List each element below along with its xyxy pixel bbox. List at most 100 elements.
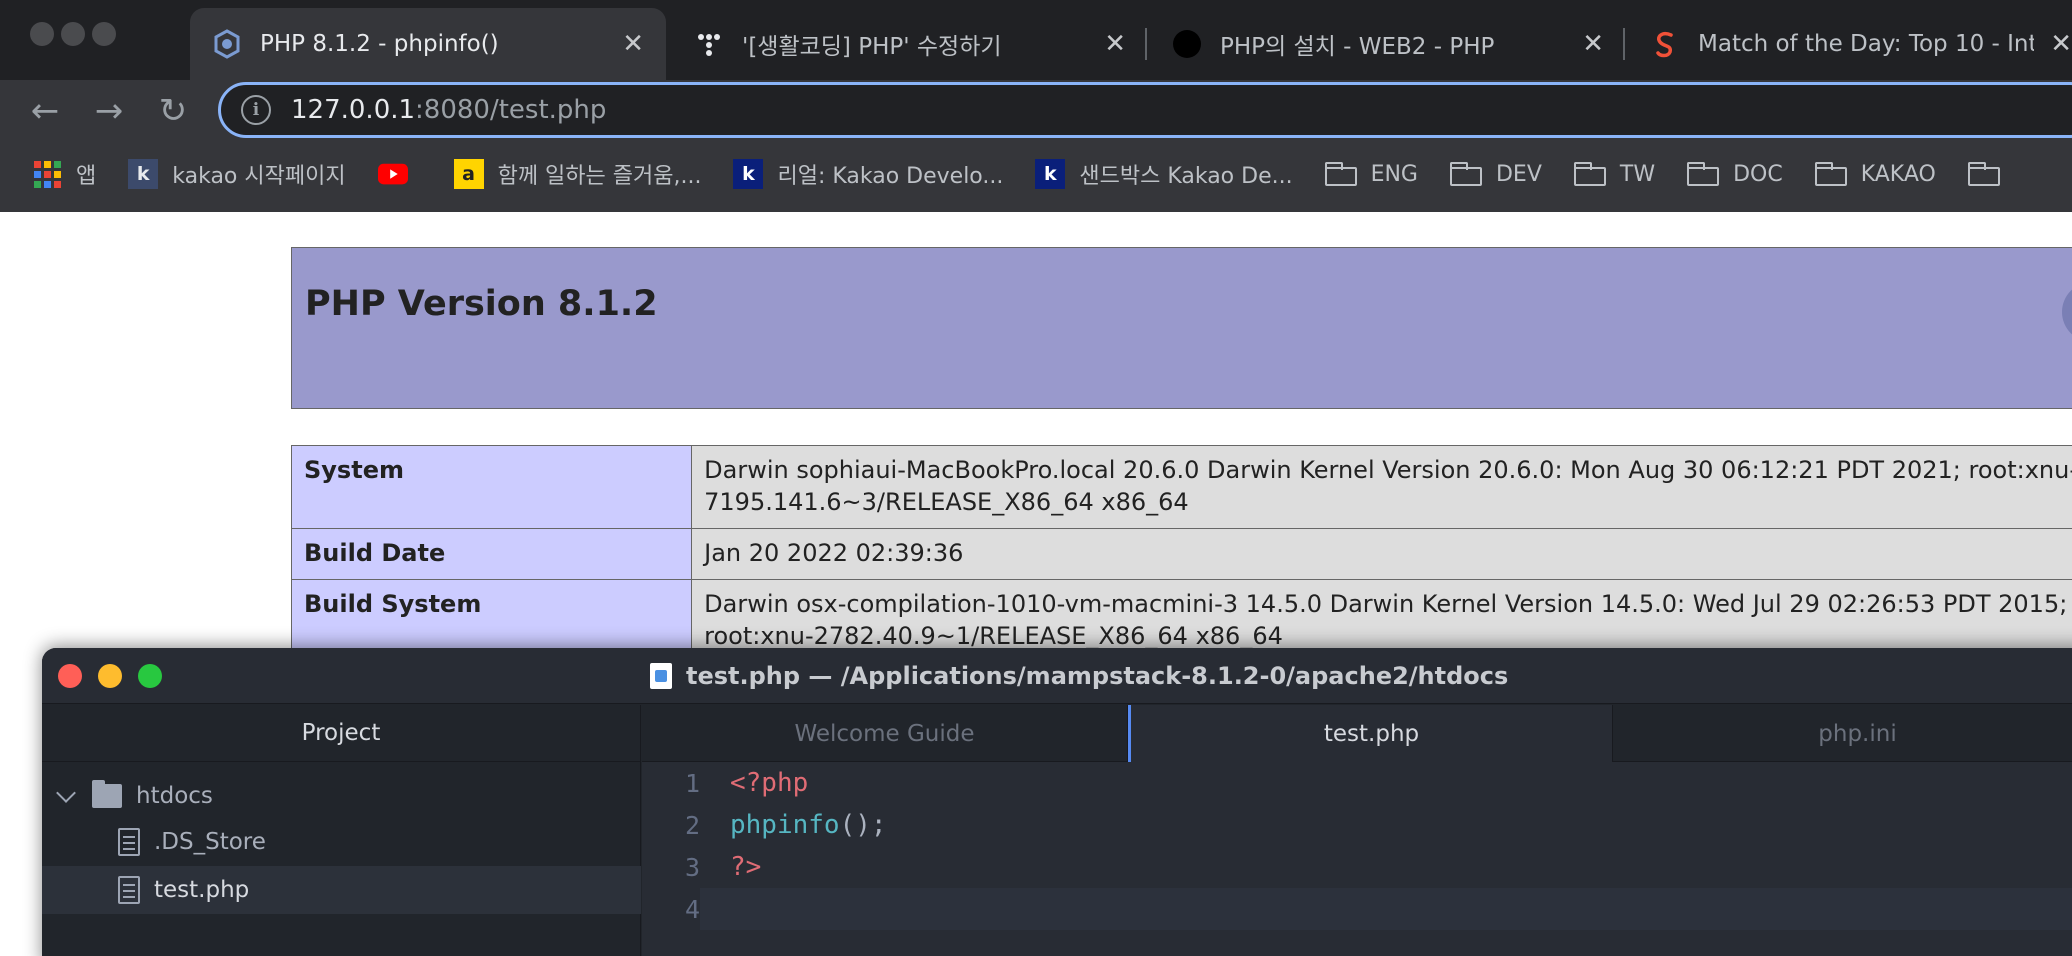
bookmark-label: kakao 시작페이지 [172,164,346,189]
bookmark-label: 리얼: Kakao Develo... [777,164,1004,189]
project-tree: Project htdocs .DS_Store test.php [42,705,641,956]
tab-strip: PHP 8.1.2 - phpinfo() ✕ '[생활코딩] PHP' 수정하… [0,0,2072,80]
info-value-line: 7195.141.6~3/RELEASE_X86_64 x86_64 [704,488,1189,516]
bookmark-youtube[interactable] [377,159,422,189]
page-title: PHP Version 8.1.2 [305,284,658,324]
bookmark-label: 앱 [76,164,97,189]
youtube-icon [377,159,408,189]
bookmark-folder-dev[interactable]: DEV [1449,161,1542,187]
address-bar[interactable]: i 127.0.0.1:8080/test.php [218,82,2072,138]
editor-minimize-button[interactable] [98,664,122,688]
tree-file-test-php[interactable]: test.php [42,866,641,914]
bookmark-folder-tw[interactable]: TW [1573,161,1656,187]
window-close-button[interactable] [30,22,54,46]
folder-icon [1687,162,1720,186]
table-row: Build Date Jan 20 2022 02:39:36 [290,528,2072,580]
info-key: System [290,445,693,529]
code-punctuation: (); [839,810,887,840]
tree-folder-htdocs[interactable]: htdocs [42,772,641,820]
window-minimize-button[interactable] [61,22,85,46]
php-file-icon [650,663,672,689]
code-line[interactable]: 4 [642,888,700,930]
bookmark-label: 샌드박스 Kakao De... [1079,164,1293,189]
line-number: 1 [684,768,700,798]
editor-title: test.php — /Applications/mampstack-8.1.2… [650,648,1508,704]
bookmark-folder-kakao[interactable]: KAKAO [1814,162,1936,187]
back-arrow-icon[interactable]: ← [22,88,68,134]
tree-file-label: .DS_Store [154,829,266,855]
file-text-icon [118,828,140,856]
swift-s-icon [1650,29,1680,59]
tab-test-php[interactable]: test.php [1128,705,1613,762]
editor-window: test.php — /Applications/mampstack-8.1.2… [42,648,2072,956]
file-text-icon [118,876,140,904]
editor-titlebar[interactable]: test.php — /Applications/mampstack-8.1.2… [42,648,2072,704]
tab-phpinfo[interactable]: PHP 8.1.2 - phpinfo() ✕ [190,8,666,80]
code-line[interactable]: 2 phpinfo(); [642,804,2072,846]
folder-icon [1967,162,2000,186]
reload-icon[interactable]: ↻ [150,88,196,134]
tab-saenghwal-coding[interactable]: '[생활코딩] PHP' 수정하기 ✕ [672,8,1148,80]
tab-web2-php[interactable]: PHP의 설치 - WEB2 - PHP ✕ [1150,8,1626,80]
site-info-icon[interactable]: i [241,95,271,125]
code-text: phpinfo(); [700,810,887,840]
bookmark-label: DOC [1733,161,1783,187]
tab-separator [1145,28,1147,60]
bookmark-label: DEV [1495,161,1542,187]
forward-arrow-icon[interactable]: → [86,88,132,134]
folder-icon [1814,162,1847,186]
tab-php-ini[interactable]: php.ini [1613,705,2072,762]
bookmarks-bar: 앱 k kakao 시작페이지 a 함께 일하는 즐거움,... k 리얼: K… [0,146,2072,202]
code-editor[interactable]: 1 <?php 2 phpinfo(); 3 ?> 4 [642,762,2072,956]
info-value: Darwin sophiaui-MacBookPro.local 20.6.0 … [691,445,2072,529]
editor-title-text: test.php — /Applications/mampstack-8.1.2… [686,662,1509,690]
chevron-down-icon[interactable] [56,783,76,803]
php-elephant-icon [212,29,242,59]
project-panel-header[interactable]: Project [42,705,640,762]
bookmark-kakao-dev-sandbox[interactable]: k 샌드박스 Kakao De... [1035,158,1293,190]
php-version-header: PHP Version 8.1.2 [291,247,2072,409]
info-value-line: Darwin sophiaui-MacBookPro.local 20.6.0 … [704,456,2072,484]
code-line-current[interactable] [700,888,2072,930]
code-line[interactable]: 1 <?php [642,762,2072,804]
info-value-line: Jan 20 2022 02:39:36 [704,539,964,567]
tab-match-of-the-day[interactable]: Match of the Day: Top 10 - Intro ✕ [1628,8,2072,80]
info-value-line: Darwin osx-compilation-1010-vm-macmini-3… [704,590,2068,618]
bookmark-folder-eng[interactable]: ENG [1324,161,1418,187]
code-line[interactable]: 3 ?> [642,846,2072,888]
tab-close-icon[interactable]: ✕ [1582,29,1604,59]
black-circle-icon [1172,29,1202,59]
dots-logo-icon [694,29,724,59]
php-info-table: System Darwin sophiaui-MacBookPro.local … [290,445,2072,663]
kakao-dev-k-icon: k [1035,159,1066,189]
bookmark-label: 함께 일하는 즐거움,... [497,164,702,189]
url-host: 127.0.0.1 [291,95,416,125]
tab-close-icon[interactable]: ✕ [1104,29,1126,59]
editor-close-button[interactable] [58,664,82,688]
window-zoom-button[interactable] [92,22,116,46]
bookmark-folder-doc[interactable]: DOC [1687,162,1783,187]
code-text: <?php [730,768,809,798]
tab-close-icon[interactable]: ✕ [622,29,644,59]
apps-grid-icon [32,159,62,189]
code-text: ?> [730,852,762,882]
bookmark-label: TW [1619,161,1656,187]
tree-file-label: test.php [154,877,250,903]
bookmark-kakao-start[interactable]: k kakao 시작페이지 [128,158,346,190]
kakao-k-icon: k [128,159,159,189]
tree-file-ds-store[interactable]: .DS_Store [42,818,641,866]
url-path: :8080/test.php [415,95,607,125]
browser-toolbar: ← → ↻ i 127.0.0.1:8080/test.php [0,80,2072,142]
bookmark-folder-more[interactable] [1967,162,2014,186]
tree-folder-label: htdocs [136,783,213,809]
tab-close-icon[interactable]: ✕ [2050,29,2072,59]
bookmark-label: ENG [1370,161,1418,187]
bookmark-agit[interactable]: a 함께 일하는 즐거움,... [453,158,702,190]
editor-zoom-button[interactable] [138,664,162,688]
tab-welcome-guide[interactable]: Welcome Guide [642,705,1128,762]
tab-title: '[생활코딩] PHP' 수정하기 [742,34,1002,60]
bookmark-apps[interactable]: 앱 [32,158,96,190]
line-number: 4 [684,894,700,924]
line-number: 3 [684,852,700,882]
bookmark-kakao-dev-real[interactable]: k 리얼: Kakao Develo... [733,158,1003,190]
